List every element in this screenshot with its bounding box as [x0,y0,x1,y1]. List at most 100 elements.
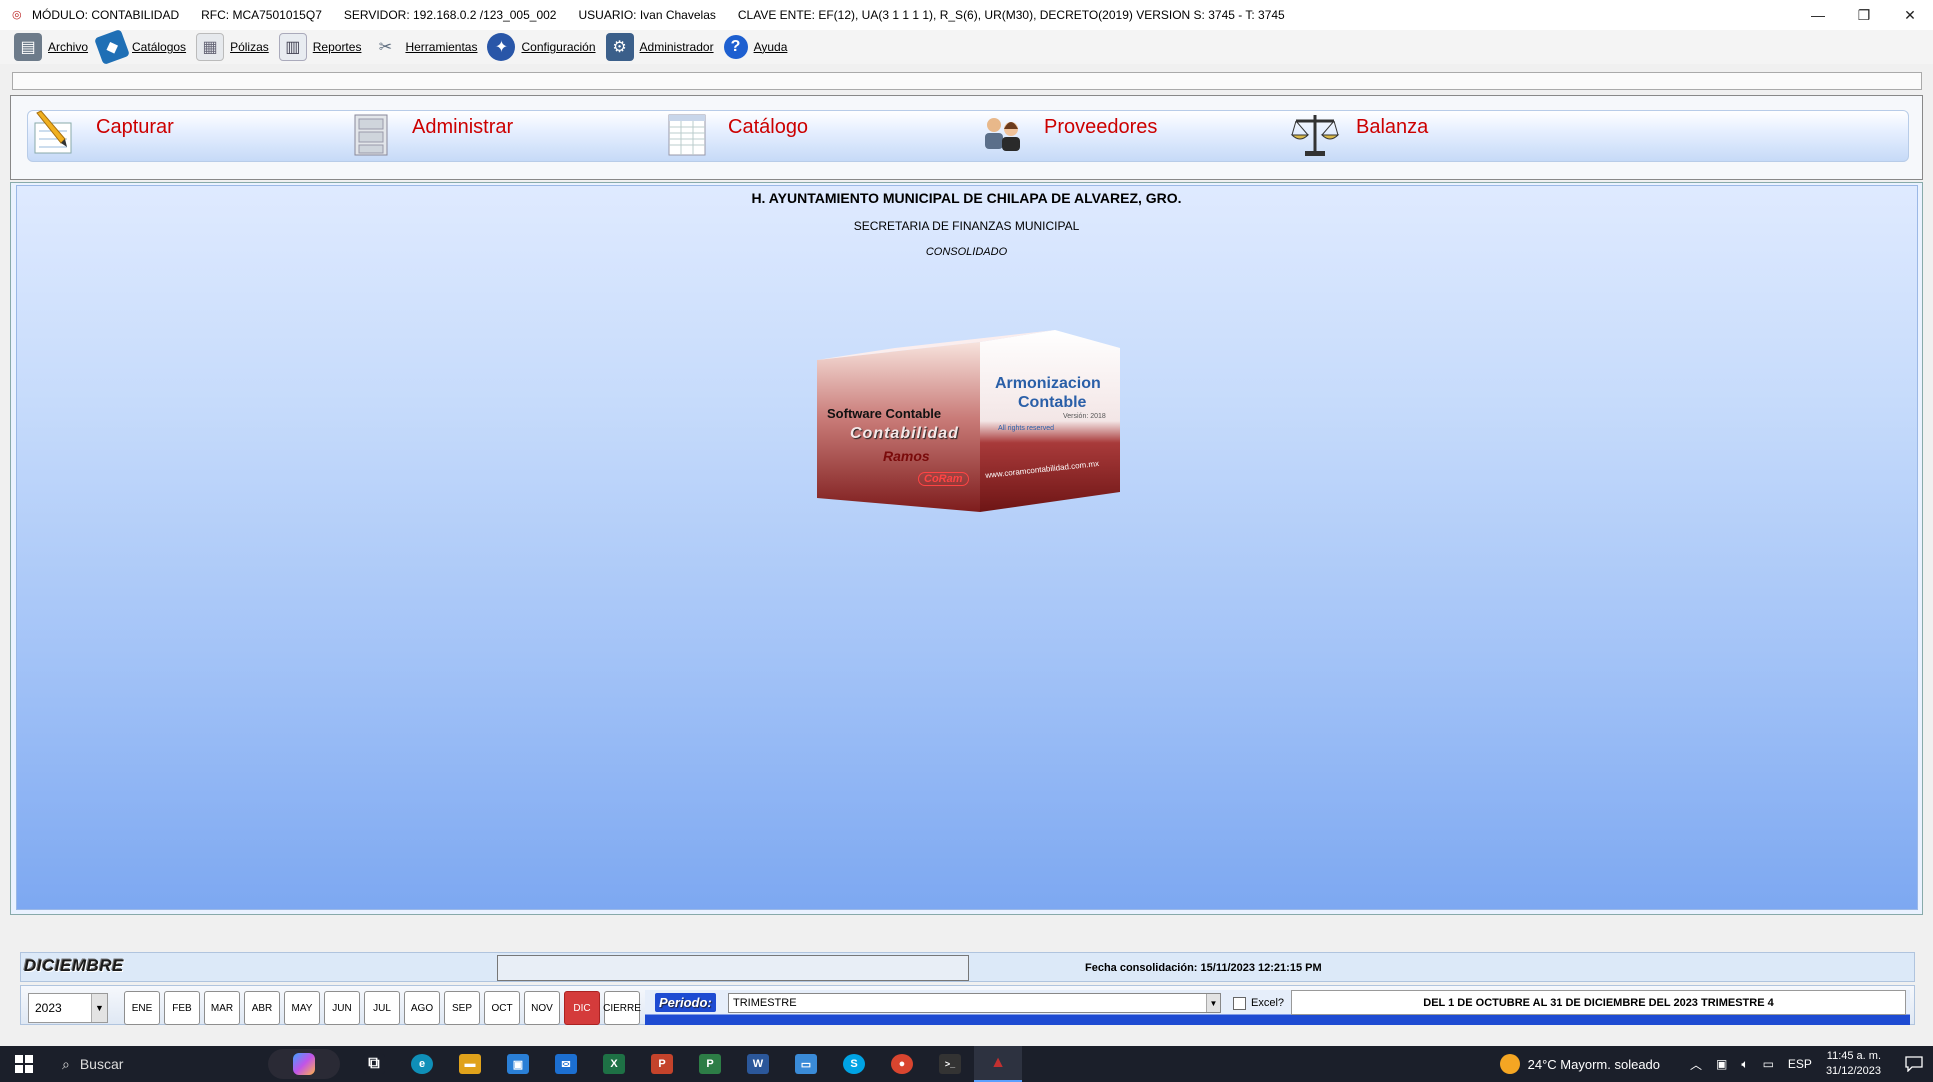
logo-line2: Contabilidad [850,425,959,442]
period-range-text: DEL 1 DE OCTUBRE AL 31 DE DICIEMBRE DEL … [1291,990,1906,1015]
catalogo-button[interactable]: Catálogo [662,100,808,170]
periodo-value: TRIMESTRE [733,997,797,1009]
menu-catalogos[interactable]: ◆ Catálogos [94,29,186,65]
logo-right1: Armonizacion [995,375,1101,392]
copilot-button[interactable] [268,1049,340,1079]
chevron-down-icon[interactable]: ▼ [91,994,107,1022]
software-logo: Software Contable Contabilidad Ramos CoR… [815,330,1120,515]
shortcut-bar [27,110,1909,162]
window-title-bar: ◎ MÓDULO: CONTABILIDAD RFC: MCA7501015Q7… [0,0,1933,30]
powerpoint-icon[interactable]: P [638,1046,686,1082]
title-module: MÓDULO: CONTABILIDAD [32,8,180,22]
store-icon[interactable]: ▣ [494,1046,542,1082]
month-button-may[interactable]: MAY [284,991,320,1025]
info-strip [12,72,1922,90]
month-button-jul[interactable]: JUL [364,991,400,1025]
restore-button[interactable]: ❐ [1841,0,1887,30]
logo-rights: All rights reserved [998,425,1055,432]
scale-icon [1290,107,1340,163]
tray-chevron-up-icon[interactable]: ︿ [1690,1056,1702,1073]
clock[interactable]: 11:45 a. m. 31/12/2023 [1826,1049,1881,1079]
month-button-nov[interactable]: NOV [524,991,560,1025]
books-icon: ◆ [94,29,130,65]
menu-archivo[interactable]: ▤ Archivo [14,32,88,62]
word-icon[interactable]: W [734,1046,782,1082]
proveedores-label: Proveedores [1044,115,1158,138]
administrar-button[interactable]: Administrar [346,100,513,170]
search-icon: ⌕ [62,1055,70,1072]
year-select[interactable]: 2023 ▼ [28,993,108,1023]
file-explorer-icon[interactable]: ▬ [446,1046,494,1082]
month-button-ago[interactable]: AGO [404,991,440,1025]
month-button-sep[interactable]: SEP [444,991,480,1025]
periodo-select[interactable]: TRIMESTRE ▼ [728,993,1221,1013]
config-icon: ✦ [487,33,516,61]
menu-herramientas[interactable]: ✂ Herramientas [371,32,478,62]
weather-widget[interactable]: 24°C Mayorm. soleado [1499,1054,1661,1074]
administer-cabinet-icon [346,107,396,163]
month-button-dic[interactable]: DIC [564,991,600,1025]
month-button-jun[interactable]: JUN [324,991,360,1025]
policies-icon: ▦ [196,33,225,61]
menu-label: Archivo [48,40,89,54]
help-icon: ? [723,35,748,59]
month-button-cierre[interactable]: CIERRE [603,991,641,1025]
menu-ayuda[interactable]: ? Ayuda [723,32,787,62]
search-placeholder: Buscar [79,1056,124,1072]
weather-sun-icon [1499,1054,1520,1074]
month-button-oct[interactable]: OCT [484,991,520,1025]
title-server: SERVIDOR: 192.168.0.2 /123_005_002 [343,8,557,22]
close-button[interactable]: ✕ [1887,0,1933,30]
start-button[interactable] [0,1046,48,1082]
skype-icon[interactable]: S [830,1046,878,1082]
taskbar-search[interactable]: ⌕ Buscar [48,1046,248,1082]
edge-icon[interactable]: e [398,1046,446,1082]
menu-polizas[interactable]: ▦ Pólizas [196,32,269,62]
notifications-icon[interactable] [1895,1046,1933,1082]
project-icon[interactable]: P [686,1046,734,1082]
year-value: 2023 [35,1001,62,1015]
menu-administrador[interactable]: ⚙ Administrador [605,32,714,62]
contabilidad-app-icon[interactable]: ▲ [974,1046,1022,1082]
current-month-label: DICIEMBRE [24,956,124,975]
menu-configuracion[interactable]: ✦ Configuración [487,32,596,62]
windows-taskbar: ⌕ Buscar ⧉ e ▬ ▣ ✉ X P P W ▭ S ● >_ ▲ 24… [0,1046,1933,1082]
title-rfc: RFC: MCA7501015Q7 [201,8,322,22]
language-indicator[interactable]: ESP [1788,1057,1812,1071]
tray-meet-icon[interactable]: ▣ [1716,1057,1727,1071]
capture-pencil-icon [30,107,80,163]
capturar-button[interactable]: Capturar [30,100,174,170]
network-icon[interactable]: ▭ [1763,1057,1774,1071]
volume-icon[interactable]: 🔈︎ [1741,1057,1748,1072]
title-user: USUARIO: Ivan Chavelas [578,8,716,22]
org-mode: CONSOLIDADO [925,246,1008,258]
copilot-icon [293,1053,315,1075]
terminal-icon[interactable]: >_ [926,1046,974,1082]
menu-label: Pólizas [230,40,269,54]
chevron-down-icon[interactable]: ▼ [1206,994,1220,1012]
administrar-label: Administrar [412,115,514,138]
task-view-icon[interactable]: ⧉ [350,1046,398,1082]
month-button-mar[interactable]: MAR [204,991,240,1025]
periodo-label: Periodo: [655,993,716,1012]
weather-text: 24°C Mayorm. soleado [1527,1056,1661,1072]
month-button-feb[interactable]: FEB [164,991,200,1025]
app-logo-icon: ◎ [12,9,22,21]
logo-line3: Ramos [883,448,930,464]
month-button-abr[interactable]: ABR [244,991,280,1025]
admin-icon: ⚙ [605,33,634,61]
proveedores-button[interactable]: Proveedores [978,100,1157,170]
excel-checkbox[interactable] [1233,997,1246,1010]
menu-label: Administrador [639,40,714,54]
minimize-button[interactable]: — [1795,0,1841,30]
chrome-icon[interactable]: ● [878,1046,926,1082]
excel-icon[interactable]: X [590,1046,638,1082]
menu-reportes[interactable]: ▥ Reportes [278,32,362,62]
reports-icon: ▥ [278,33,307,61]
mail-icon[interactable]: ✉ [542,1046,590,1082]
menu-label: Reportes [312,40,362,54]
balanza-button[interactable]: Balanza [1290,100,1428,170]
month-button-ene[interactable]: ENE [124,991,160,1025]
remote-desktop-icon[interactable]: ▭ [782,1046,830,1082]
catalog-sheet-icon [662,107,712,163]
